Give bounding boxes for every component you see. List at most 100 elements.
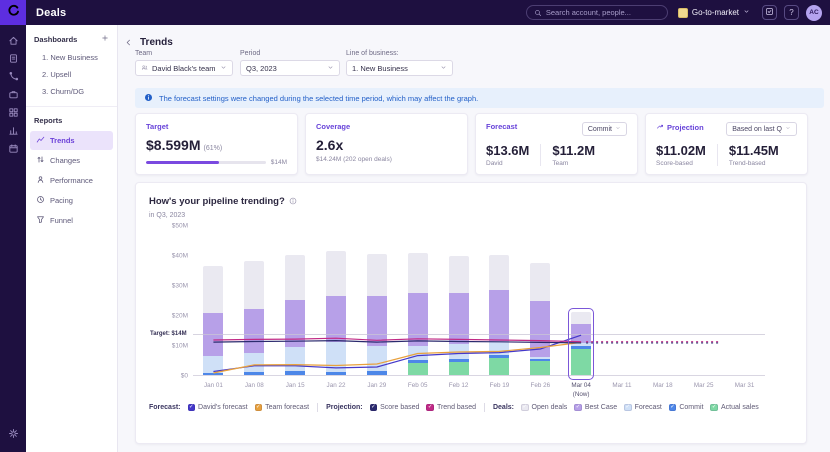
coverage-card-label: Coverage — [316, 122, 351, 131]
sidebar-report-changes[interactable]: Changes — [30, 151, 113, 170]
settings-icon — [8, 426, 19, 444]
rail-item-tasks-icon[interactable] — [0, 51, 26, 69]
legend-label: Actual sales — [720, 404, 759, 411]
check-square-icon — [765, 7, 774, 18]
sidebar-report-label: Trends — [50, 136, 75, 145]
calls-icon — [8, 69, 19, 87]
legend-checkbox-score-based[interactable]: ✓ — [369, 403, 378, 412]
icon-rail — [0, 25, 26, 452]
app-title: Deals — [36, 6, 67, 19]
target-percent: (61%) — [203, 145, 223, 152]
target-card: Target $8.599M (61%) $14M — [135, 113, 298, 175]
forecast-dropdown-value: Commit — [587, 125, 612, 133]
x-axis-label-jan-22: Jan 22 — [326, 382, 346, 389]
legend-checkbox-commit[interactable]: ✓ — [668, 403, 677, 412]
tasks-button[interactable] — [762, 5, 777, 20]
y-axis-tick: $50M — [171, 222, 188, 230]
info-circle-icon[interactable] — [289, 192, 297, 210]
legend-item-score-based: ✓ Score based — [369, 403, 419, 412]
target-max-label: $14M — [270, 159, 287, 166]
go-to-market-switcher[interactable]: Go-to-market — [677, 7, 750, 18]
page-title: Trends — [140, 36, 173, 48]
rail-item-analytics-icon[interactable] — [0, 123, 26, 141]
chart-area: $0 $10M $20M $30M $40M $50M Target: $14M Jan 01… — [148, 223, 796, 421]
sidebar-report-funnel[interactable]: Funnel — [30, 211, 113, 230]
rail-item-deals-icon[interactable] — [0, 87, 26, 105]
legend-label: Forecast — [634, 404, 662, 411]
apps-icon — [8, 105, 19, 123]
sidebar-report-label: Performance — [50, 176, 93, 185]
question-mark-icon: ? — [789, 8, 794, 17]
y-axis-tick: $0 — [180, 372, 188, 380]
projection-card-label: Projection — [656, 122, 704, 132]
y-axis-tick: $10M — [171, 342, 188, 350]
pacing-icon — [36, 195, 45, 206]
filter-value: David Black's team — [152, 63, 216, 73]
filter-select-team[interactable]: David Black's team — [135, 60, 233, 76]
rail-item-calls-icon[interactable] — [0, 69, 26, 87]
current-week-highlight — [568, 308, 595, 380]
target-card-label: Target — [146, 122, 169, 131]
search-icon — [534, 4, 542, 22]
trend-arrow-icon — [656, 122, 664, 132]
analytics-icon — [8, 123, 19, 141]
rail-item-home-icon[interactable] — [0, 33, 26, 51]
legend-checkbox-open-deals[interactable]: ✓ — [521, 403, 529, 412]
legend-label: Open deals — [531, 404, 568, 411]
forecast-settings-banner: The forecast settings were changed durin… — [135, 88, 824, 108]
coverage-card: Coverage 2.6x $14.24M (202 open deals) — [305, 113, 468, 175]
projection-dropdown-value: Based on last Q — [732, 125, 782, 133]
global-search[interactable] — [525, 4, 668, 22]
sidebar-dashboard-3-churn-dg[interactable]: 3. Churn/DG — [26, 83, 117, 100]
legend-checkbox-trend-based[interactable]: ✓ — [426, 403, 434, 412]
help-button[interactable]: ? — [784, 5, 799, 20]
app-logo[interactable] — [0, 0, 26, 25]
filter-select-line-of-business[interactable]: 1. New Business — [346, 60, 453, 76]
sidebar: Dashboards 1. New Business 2. Upsell 3. Ch… — [26, 25, 118, 452]
forecast-type-dropdown[interactable]: Commit — [581, 122, 627, 136]
search-input[interactable] — [545, 8, 660, 17]
coverage-value: 2.6x — [316, 137, 344, 153]
chevron-down-icon — [743, 8, 750, 17]
filter-label: Period — [240, 50, 261, 57]
avatar[interactable]: AC — [806, 4, 822, 21]
coverage-subtext: $14.24M (202 open deals) — [316, 156, 392, 163]
forecast-stat-david: $13.6M David — [486, 143, 530, 167]
legend-group-label: Deals: — [492, 404, 514, 411]
topbar: Deals Go-to-market ? AC — [0, 0, 830, 25]
filter-team: Team David Black's team — [135, 50, 233, 76]
legend-checkbox-forecast[interactable]: ✓ — [624, 403, 632, 412]
forecast-stat-team: $11.2M Team — [552, 143, 596, 167]
rail-item-settings-icon[interactable] — [0, 426, 26, 444]
legend-checkbox-actual-sales[interactable]: ✓ — [710, 403, 718, 412]
x-axis-label-mar-11: Mar 11 — [612, 382, 632, 389]
filter-select-period[interactable]: Q3, 2023 — [240, 60, 340, 76]
add-dashboard-button[interactable] — [101, 34, 109, 44]
sidebar-report-pacing[interactable]: Pacing — [30, 191, 113, 210]
projection-stat-trend: $11.45M Trend-based — [728, 143, 779, 167]
legend-item-forecast: ✓ Forecast — [624, 403, 662, 412]
legend-label: Team forecast — [265, 404, 310, 411]
projection-basis-dropdown[interactable]: Based on last Q — [726, 122, 797, 136]
filter-value: 1. New Business — [352, 63, 408, 73]
legend-checkbox-best-case[interactable]: ✓ — [574, 403, 582, 412]
sidebar-report-performance[interactable]: Performance — [30, 171, 113, 190]
legend-item-best-case: ✓ Best Case — [574, 403, 617, 412]
sidebar-dashboard-1-new-business[interactable]: 1. New Business — [26, 49, 117, 66]
sidebar-report-trends[interactable]: Trends — [30, 131, 113, 150]
legend-item-commit: ✓ Commit — [668, 403, 703, 412]
x-axis-label-jan-01: Jan 01 — [203, 382, 223, 389]
legend-checkbox-team-forecast[interactable]: ✓ — [254, 403, 263, 412]
legend-checkbox-david-s-forecast[interactable]: ✓ — [187, 403, 196, 412]
chevron-down-icon — [615, 125, 621, 133]
chart-plot: $0 $10M $20M $30M $40M $50M Target: $14M Jan 01… — [148, 223, 765, 398]
projection-stat-score: $11.02M Score-based — [656, 143, 706, 167]
filter-value: Q3, 2023 — [246, 63, 277, 73]
x-axis-label-mar-25: Mar 25 — [693, 382, 714, 389]
info-icon — [144, 89, 153, 107]
back-button[interactable] — [122, 36, 134, 48]
rail-item-apps-icon[interactable] — [0, 105, 26, 123]
sidebar-dashboard-2-upsell[interactable]: 2. Upsell — [26, 66, 117, 83]
home-icon — [8, 33, 19, 51]
rail-item-calendar-icon[interactable] — [0, 141, 26, 159]
